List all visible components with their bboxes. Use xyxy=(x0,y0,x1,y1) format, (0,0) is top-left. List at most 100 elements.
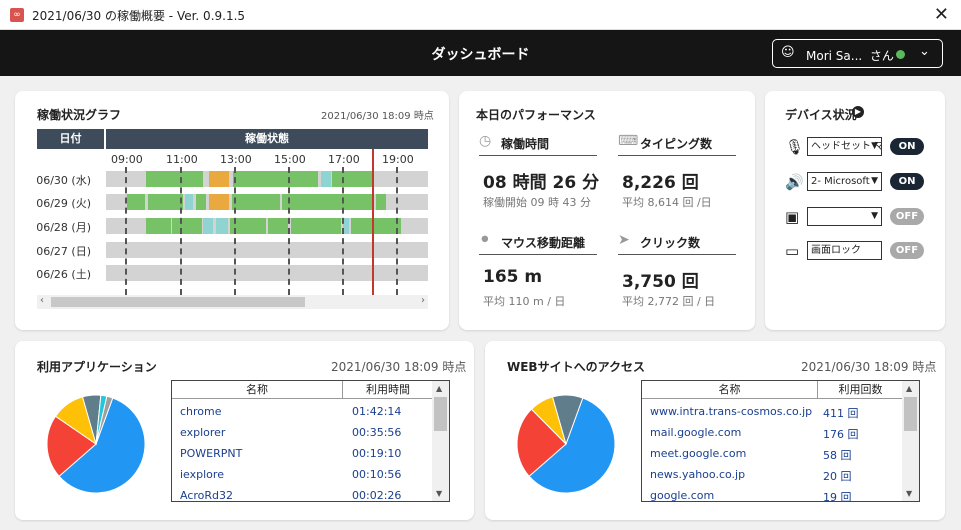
microphone-toggle[interactable]: ON xyxy=(890,138,924,155)
scroll-thumb[interactable] xyxy=(904,397,917,431)
websites-pie-chart xyxy=(516,394,616,494)
timeline-row-bar xyxy=(106,218,428,234)
websites-table: 名称 利用回数 www.intra.trans-cosmos.co.jp 411 … xyxy=(641,380,920,502)
table-cell-name[interactable]: POWERPNT xyxy=(180,447,242,460)
timeline-col-date: 日付 xyxy=(37,129,104,149)
timeline-row-label: 06/28 (月) xyxy=(36,221,91,234)
mouse-value: 165 m xyxy=(483,267,543,287)
table-cell-name[interactable]: iexplore xyxy=(180,468,224,481)
timeline-segment xyxy=(146,218,171,234)
apps-col-name: 名称 xyxy=(172,381,342,399)
mouse-icon: ⚫ xyxy=(479,232,491,248)
timeline-segment xyxy=(209,171,229,187)
apps-col-time: 利用時間 xyxy=(343,381,433,399)
apps-title: 利用アプリケーション xyxy=(37,360,157,374)
apps-scrollbar[interactable]: ▲ ▼ xyxy=(432,381,449,501)
microphone-select[interactable]: ヘッドセット マ ▼ xyxy=(807,137,882,156)
table-cell-value: 00:19:10 xyxy=(352,447,402,460)
table-cell-name[interactable]: news.yahoo.co.jp xyxy=(650,468,745,481)
websites-card: WEBサイトへのアクセス 2021/06/30 18:09 時点 名称 利用回数… xyxy=(485,341,945,520)
timeline-segment xyxy=(268,218,288,234)
scroll-right-icon[interactable]: › xyxy=(421,295,425,306)
timeline-segment xyxy=(232,194,280,210)
divider xyxy=(479,254,597,255)
scroll-thumb[interactable] xyxy=(434,397,447,431)
timeline-segment xyxy=(321,171,331,187)
timeline-segment xyxy=(351,218,401,234)
screen-toggle[interactable]: OFF xyxy=(890,242,924,259)
websites-scrollbar[interactable]: ▲ ▼ xyxy=(902,381,919,501)
timeline-hour-tick xyxy=(288,167,290,295)
device-row-speaker: 🔊 2- Microsoft ▼ ON xyxy=(785,172,945,194)
timeline-hour-label: 15:00 xyxy=(274,153,306,166)
table-cell-value: 20 回 xyxy=(823,470,852,483)
table-cell-name[interactable]: AcroRd32 xyxy=(180,489,233,501)
timeline-segment xyxy=(291,218,341,234)
timeline-scrollbar[interactable]: ‹ › xyxy=(37,295,428,309)
apps-pie-chart xyxy=(46,394,146,494)
table-cell-name[interactable]: google.com xyxy=(650,489,714,501)
work-time-value: 08 時間 26 分 xyxy=(483,173,600,193)
speaker-select[interactable]: 2- Microsoft ▼ xyxy=(807,172,882,191)
table-cell-name[interactable]: chrome xyxy=(180,405,222,418)
window-title: 2021/06/30 の稼働概要 - Ver. 0.9.1.5 xyxy=(32,9,246,23)
clicks-label: クリック数 xyxy=(640,236,701,250)
timeline-hour-tick xyxy=(125,167,127,295)
scroll-up-icon[interactable]: ▲ xyxy=(906,384,912,393)
table-cell-value: 176 回 xyxy=(823,428,859,441)
device-row-microphone: 🎙 ヘッドセット マ ▼ ON xyxy=(785,137,945,159)
scroll-up-icon[interactable]: ▲ xyxy=(436,384,442,393)
mouse-sub: 平均 110 m / 日 xyxy=(483,295,566,308)
close-icon[interactable]: ✕ xyxy=(934,4,949,25)
table-cell-name[interactable]: explorer xyxy=(180,426,225,439)
app-logo-icon: ∞ xyxy=(10,8,24,22)
user-name: Mori Sa... xyxy=(806,49,863,63)
apps-table: 名称 利用時間 chrome 01:42:14 explorer 00:35:56 PO… xyxy=(171,380,450,502)
status-dot xyxy=(896,50,905,59)
scroll-down-icon[interactable]: ▼ xyxy=(436,489,442,498)
camera-toggle[interactable]: OFF xyxy=(890,208,924,225)
clicks-value: 3,750 回 xyxy=(622,272,699,292)
performance-card: 本日のパフォーマンス ◷ 稼働時間 08 時間 26 分 稼働開始 09 時 4… xyxy=(459,91,755,330)
camera-select[interactable]: ▼ xyxy=(807,207,882,226)
user-menu-button[interactable]: ☺ Mori Sa... さん ⌄ xyxy=(772,39,943,68)
websites-col-count: 利用回数 xyxy=(818,381,903,399)
websites-col-name: 名称 xyxy=(642,381,817,399)
timeline-row-label: 06/29 (火) xyxy=(36,197,91,210)
screen-lock-field[interactable]: 画面ロック xyxy=(807,241,882,260)
timeline-hour-label: 17:00 xyxy=(328,153,360,166)
devices-title: デバイス状況 xyxy=(785,108,857,122)
apps-timestamp: 2021/06/30 18:09 時点 xyxy=(331,360,467,374)
timeline-segment xyxy=(233,171,318,187)
timeline-row-bar xyxy=(106,242,428,258)
table-cell-value: 00:02:26 xyxy=(352,489,402,502)
typing-sub: 平均 8,614 回 /日 xyxy=(622,196,712,209)
timeline-hour-label: 19:00 xyxy=(382,153,414,166)
timeline-hour-label: 11:00 xyxy=(166,153,198,166)
camera-icon: ▣ xyxy=(785,208,800,226)
timeline-segment xyxy=(127,194,145,210)
timeline-row-label: 06/30 (水) xyxy=(36,174,91,187)
cursor-icon: ➤ xyxy=(618,232,630,248)
timeline-segment xyxy=(172,218,202,234)
timeline-row-bar xyxy=(106,171,428,187)
timeline-hour-tick xyxy=(396,167,398,295)
timeline-now-line xyxy=(372,149,374,295)
scroll-left-icon[interactable]: ‹ xyxy=(40,295,44,306)
websites-title: WEBサイトへのアクセス xyxy=(507,360,645,374)
table-cell-value: 411 回 xyxy=(823,407,859,420)
table-cell-value: 00:10:56 xyxy=(352,468,402,481)
table-cell-name[interactable]: meet.google.com xyxy=(650,447,746,460)
table-cell-value: 01:42:14 xyxy=(352,405,402,418)
timeline-hour-tick xyxy=(234,167,236,295)
timeline-segment xyxy=(203,218,213,234)
table-cell-name[interactable]: mail.google.com xyxy=(650,426,741,439)
scroll-thumb[interactable] xyxy=(51,297,305,307)
device-row-screen: ▭ 画面ロック OFF xyxy=(785,241,945,263)
info-icon[interactable]: ▶ xyxy=(852,106,864,118)
table-cell-name[interactable]: www.intra.trans-cosmos.co.jp xyxy=(650,405,812,418)
timeline-segment xyxy=(185,194,193,210)
scroll-down-icon[interactable]: ▼ xyxy=(906,489,912,498)
typing-label: タイピング数 xyxy=(640,137,713,151)
speaker-toggle[interactable]: ON xyxy=(890,173,924,190)
